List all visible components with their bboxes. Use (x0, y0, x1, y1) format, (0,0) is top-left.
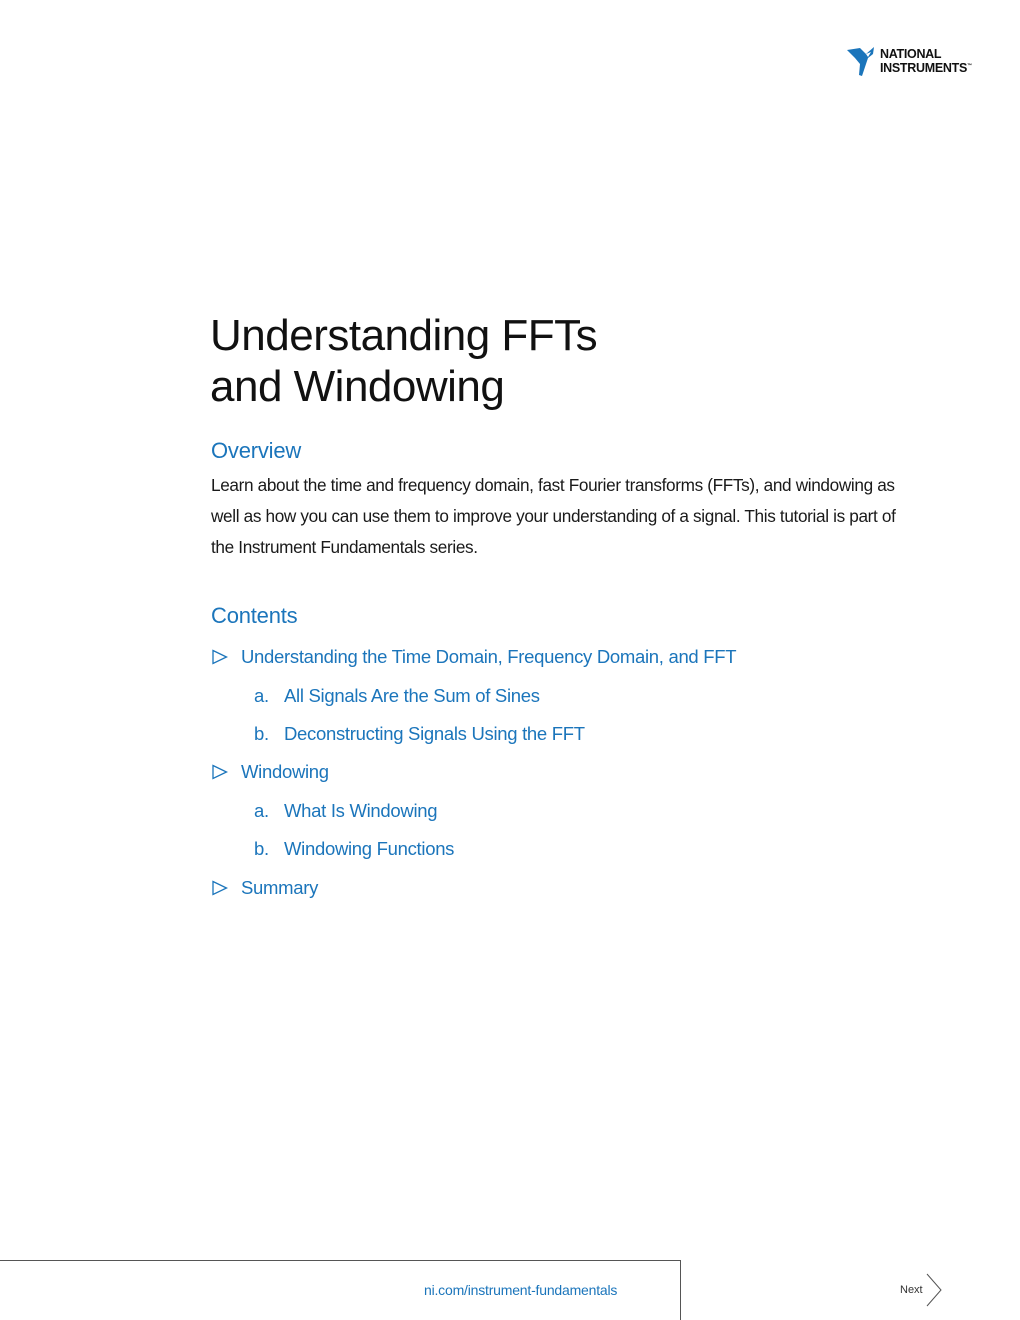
toc-item-windowing[interactable]: Windowing (211, 753, 736, 791)
title-line-1: Understanding FFTs (210, 311, 598, 360)
next-page-button[interactable]: Next (900, 1273, 943, 1307)
toc-subitem-sum-of-sines[interactable]: a. All Signals Are the Sum of Sines (211, 676, 736, 714)
toc-subitem-windowing-functions[interactable]: b. Windowing Functions (211, 830, 736, 868)
toc-subitem-letter: a. (254, 799, 269, 821)
contents-heading: Contents (211, 603, 298, 628)
toc-item-label: Windowing Functions (284, 838, 455, 860)
footer-website-link[interactable]: ni.com/instrument-fundamentals (424, 1282, 617, 1298)
toc-subitem-letter: b. (254, 722, 269, 744)
trademark-symbol: ™ (966, 62, 972, 69)
logo-line-1: NATIONAL (880, 46, 942, 61)
toc-subitem-letter: a. (254, 684, 269, 706)
toc-subitem-deconstructing-signals[interactable]: b. Deconstructing Signals Using the FFT (211, 715, 736, 753)
toc-item-label: What Is Windowing (284, 799, 438, 821)
toc-item-summary[interactable]: Summary (211, 868, 736, 906)
logo-wordmark: NATIONAL INSTRUMENTS™ (880, 46, 972, 76)
toc-item-label: Windowing (241, 761, 329, 783)
toc-item-label: All Signals Are the Sum of Sines (284, 684, 540, 706)
next-label: Next (900, 1284, 923, 1296)
toc-subitem-letter: b. (254, 838, 269, 860)
triangle-right-outline-icon (211, 879, 229, 896)
footer-divider (0, 1260, 680, 1261)
toc-item-label: Deconstructing Signals Using the FFT (284, 722, 585, 744)
national-instruments-logo: NATIONAL INSTRUMENTS™ (846, 44, 986, 78)
table-of-contents: Understanding the Time Domain, Frequency… (211, 638, 737, 907)
ni-eagle-icon (847, 47, 874, 76)
toc-item-understanding-time-frequency-fft[interactable]: Understanding the Time Domain, Frequency… (211, 638, 737, 676)
logo-line-2-text: INSTRUMENTS (880, 61, 967, 76)
triangle-right-outline-icon (211, 764, 229, 780)
document-title: Understanding FFTs and Windowing (210, 310, 598, 412)
overview-heading: Overview (211, 438, 302, 463)
chevron-right-icon (926, 1273, 942, 1307)
triangle-right-outline-icon (211, 649, 229, 665)
title-line-2: and Windowing (210, 362, 505, 411)
toc-subitem-what-is-windowing[interactable]: a. What Is Windowing (211, 792, 736, 830)
logo-line-2: INSTRUMENTS™ (880, 60, 972, 76)
toc-item-label: Understanding the Time Domain, Frequency… (241, 646, 737, 668)
overview-text: Learn about the time and frequency domai… (211, 475, 896, 557)
footer-vertical-divider (680, 1260, 681, 1320)
toc-item-label: Summary (241, 876, 319, 898)
